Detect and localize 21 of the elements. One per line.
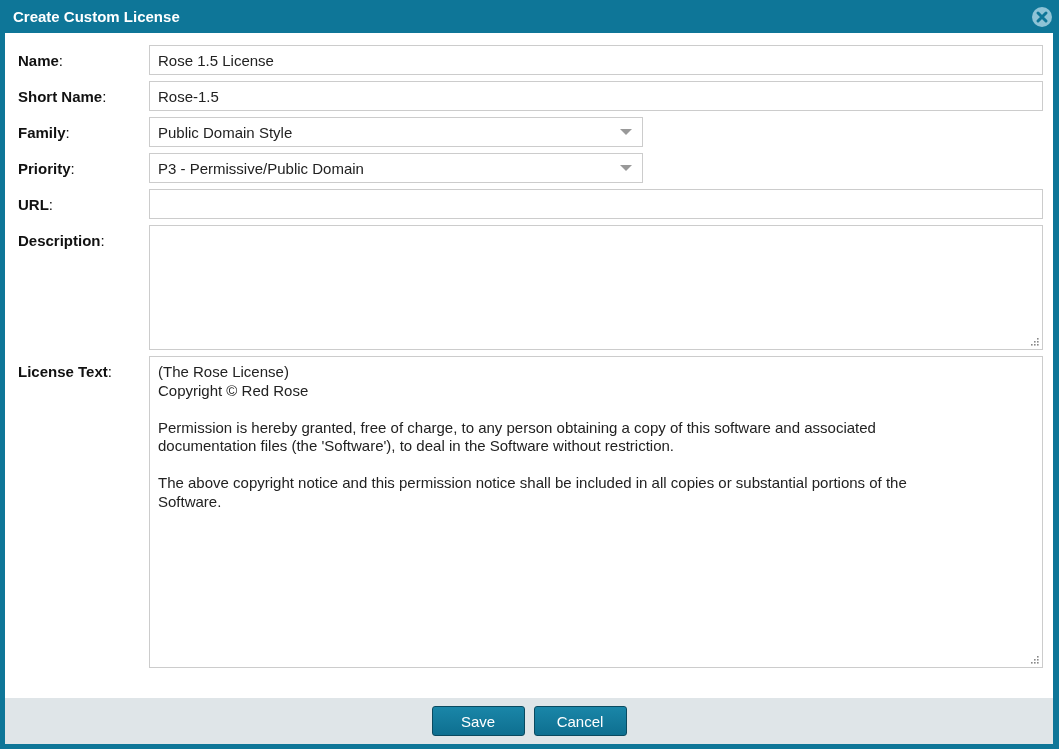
- caret-icon: [620, 129, 632, 135]
- field-label: Short Name:: [18, 87, 108, 105]
- field-label: Description:: [18, 231, 106, 249]
- dialog-button[interactable]: Cancel: [533, 706, 627, 736]
- field-label: URL:: [18, 195, 54, 213]
- field-label: License Text:: [18, 362, 113, 380]
- input-field[interactable]: Rose-1.5: [149, 81, 1043, 111]
- dropdown[interactable]: P3 - Permissive/Public Domain: [149, 153, 643, 183]
- resize-grip-icon[interactable]: [1030, 337, 1040, 347]
- input-field[interactable]: [149, 189, 1043, 219]
- field-label: Family:: [18, 123, 71, 141]
- caret-icon: [620, 165, 632, 171]
- input-field[interactable]: Rose 1.5 License: [149, 45, 1043, 75]
- resize-grip-icon[interactable]: [1030, 655, 1040, 665]
- close-icon[interactable]: [1032, 6, 1052, 27]
- window-title: Create Custom License: [13, 8, 180, 25]
- text-area[interactable]: (The Rose License) Copyright © Red Rose Permission is hereby granted, free of charge, to any person obtaining a copy of this software and associated documentation files (the 'Software'), to deal in the Software without restriction. The above copyright notice and this permission notice shall be included in all copies or substantial portions of the Software.: [149, 356, 1043, 668]
- field-label: Name:: [18, 51, 65, 69]
- field-label: Priority:: [18, 159, 76, 177]
- dialog-button[interactable]: Save: [431, 706, 525, 736]
- dropdown[interactable]: Public Domain Style: [149, 117, 643, 147]
